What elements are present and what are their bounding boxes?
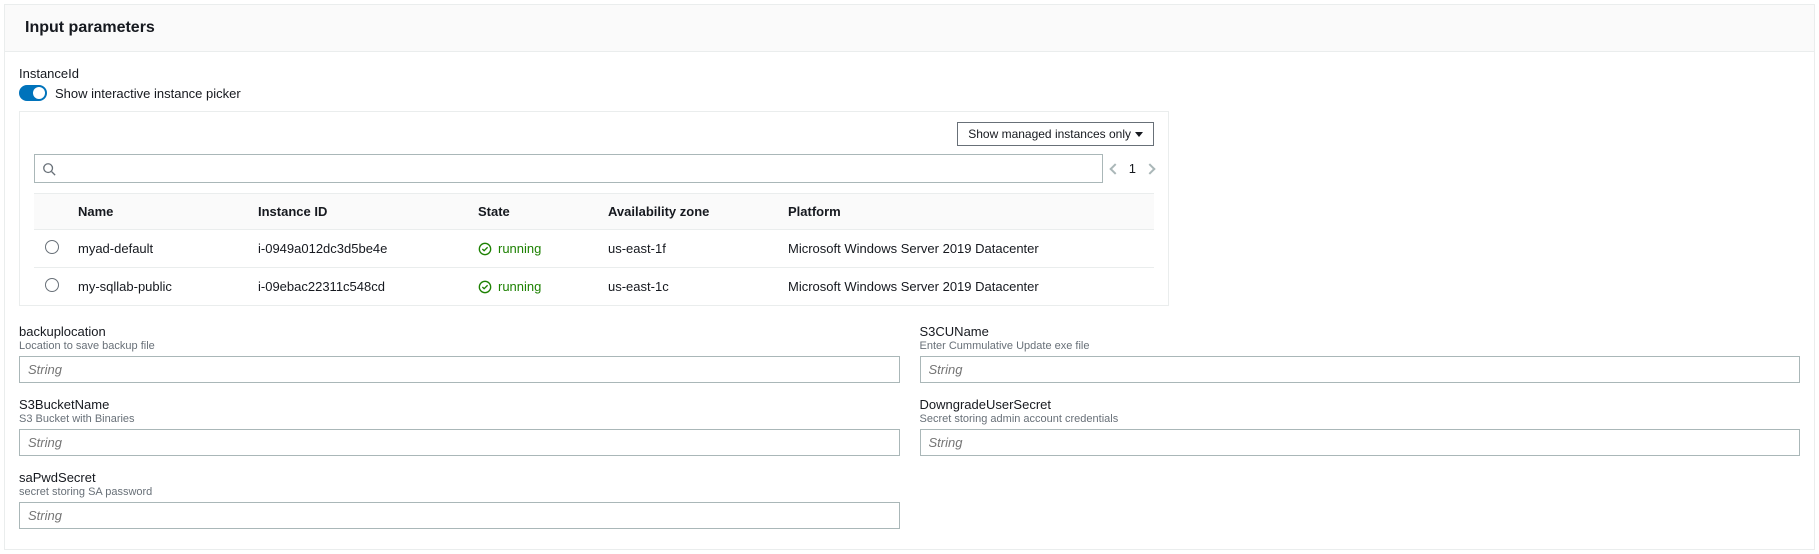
params-grid: backuplocationLocation to save backup fi…	[19, 324, 1800, 529]
col-state: State	[470, 194, 600, 230]
input-parameters-panel: Input parameters InstanceId Show interac…	[4, 4, 1815, 550]
backuplocation-input[interactable]	[19, 356, 900, 383]
downgradeusersecret-input[interactable]	[920, 429, 1801, 456]
param-label: S3BucketName	[19, 397, 900, 412]
cell-az: us-east-1f	[600, 230, 780, 268]
param-label: S3CUName	[920, 324, 1801, 339]
filter-button-label: Show managed instances only	[968, 127, 1131, 141]
cell-name: myad-default	[70, 230, 250, 268]
caret-down-icon	[1135, 132, 1143, 137]
pagination: 1	[1111, 161, 1154, 176]
col-name: Name	[70, 194, 250, 230]
success-icon	[478, 280, 492, 294]
page-next-button[interactable]	[1144, 163, 1155, 174]
cell-platform: Microsoft Windows Server 2019 Datacenter	[780, 268, 1154, 306]
s3cuname-input[interactable]	[920, 356, 1801, 383]
param-sapwdsecret: saPwdSecretsecret storing SA password	[19, 470, 900, 529]
cell-az: us-east-1c	[600, 268, 780, 306]
page-number: 1	[1129, 161, 1136, 176]
instance-picker-toggle[interactable]	[19, 85, 47, 101]
param-backuplocation: backuplocationLocation to save backup fi…	[19, 324, 900, 383]
col-instance-id: Instance ID	[250, 194, 470, 230]
col-platform: Platform	[780, 194, 1154, 230]
row-select-radio[interactable]	[45, 278, 59, 292]
param-label: DowngradeUserSecret	[920, 397, 1801, 412]
toggle-knob	[33, 87, 45, 99]
success-icon	[478, 242, 492, 256]
panel-title: Input parameters	[5, 5, 1814, 52]
instance-picker-toggle-label: Show interactive instance picker	[55, 86, 241, 101]
param-s3cuname: S3CUNameEnter Cummulative Update exe fil…	[920, 324, 1801, 383]
param-description: Enter Cummulative Update exe file	[920, 340, 1801, 352]
cell-instance-id: i-09ebac22311c548cd	[250, 268, 470, 306]
param-description: Secret storing admin account credentials	[920, 413, 1801, 425]
instance-table: Name Instance ID State Availability zone…	[34, 193, 1154, 305]
cell-state: running	[470, 268, 600, 306]
params-left-column: backuplocationLocation to save backup fi…	[19, 324, 900, 529]
param-downgradeusersecret: DowngradeUserSecretSecret storing admin …	[920, 397, 1801, 456]
cell-platform: Microsoft Windows Server 2019 Datacenter	[780, 230, 1154, 268]
param-description: secret storing SA password	[19, 486, 900, 498]
instance-search-input[interactable]	[34, 154, 1103, 183]
col-select	[34, 194, 70, 230]
cell-instance-id: i-0949a012dc3d5be4e	[250, 230, 470, 268]
page-prev-button[interactable]	[1109, 163, 1120, 174]
instanceid-label: InstanceId	[19, 66, 1806, 81]
cell-state: running	[470, 230, 600, 268]
table-row: my-sqllab-publici-09ebac22311c548cdrunni…	[34, 268, 1154, 306]
param-label: saPwdSecret	[19, 470, 900, 485]
search-row: 1	[34, 154, 1154, 183]
param-description: Location to save backup file	[19, 340, 900, 352]
table-row: myad-defaulti-0949a012dc3d5be4erunningus…	[34, 230, 1154, 268]
managed-instances-filter-button[interactable]: Show managed instances only	[957, 122, 1154, 146]
search-icon	[42, 162, 56, 176]
cell-name: my-sqllab-public	[70, 268, 250, 306]
instance-picker: Show managed instances only 1	[19, 111, 1169, 306]
param-description: S3 Bucket with Binaries	[19, 413, 900, 425]
param-s3bucketname: S3BucketNameS3 Bucket with Binaries	[19, 397, 900, 456]
col-az: Availability zone	[600, 194, 780, 230]
instance-picker-toggle-row: Show interactive instance picker	[19, 85, 1806, 101]
panel-body: InstanceId Show interactive instance pic…	[5, 52, 1814, 549]
row-select-radio[interactable]	[45, 240, 59, 254]
params-right-column: S3CUNameEnter Cummulative Update exe fil…	[920, 324, 1801, 529]
s3bucketname-input[interactable]	[19, 429, 900, 456]
param-label: backuplocation	[19, 324, 900, 339]
